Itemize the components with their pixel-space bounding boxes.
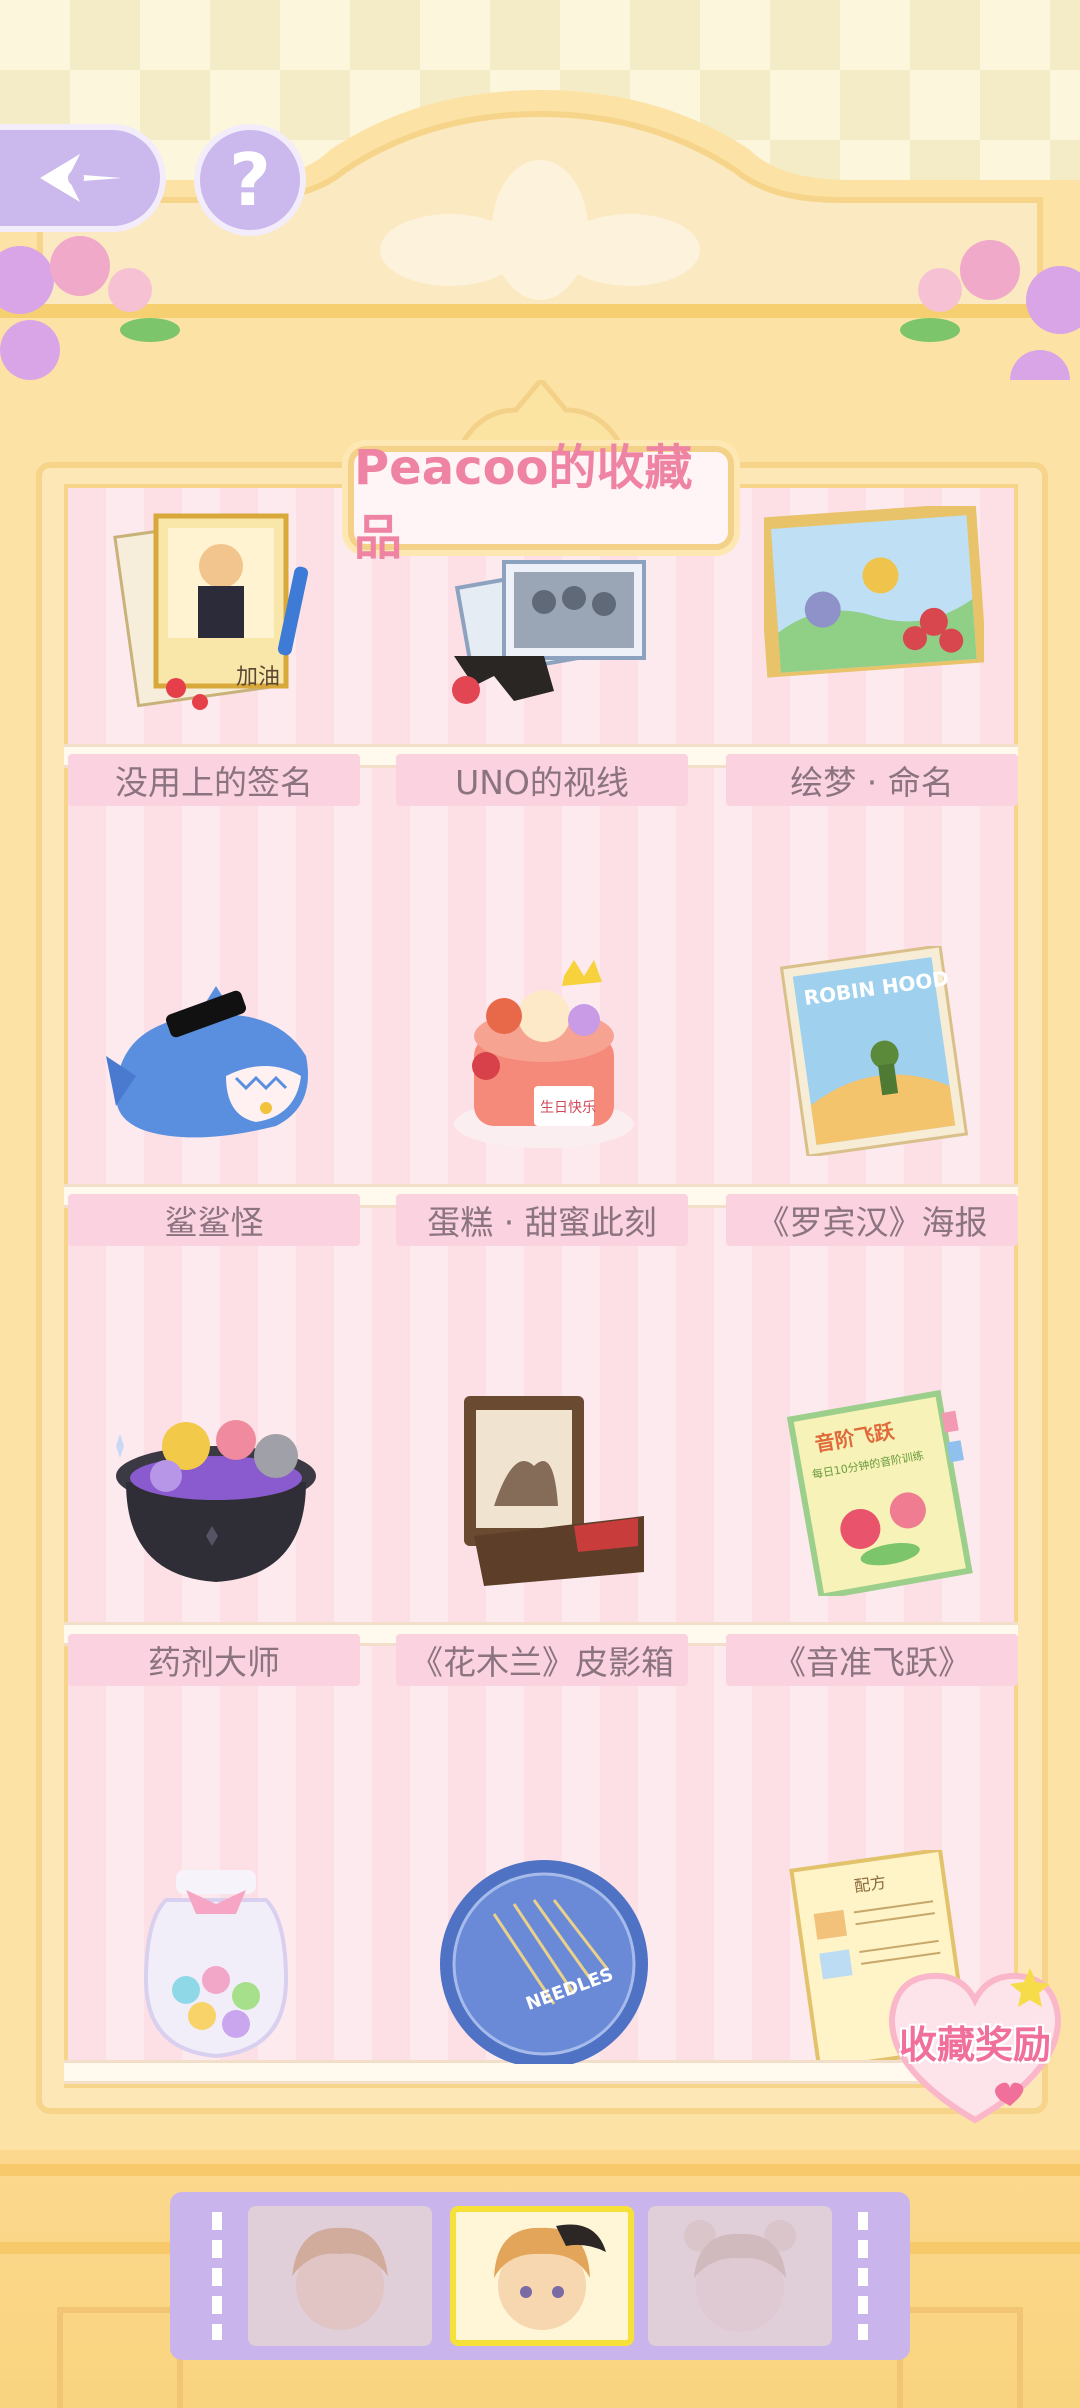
collection-item[interactable]: 《花木兰》皮影箱 [394,1386,694,1686]
back-arrow-icon [40,154,122,202]
item-label: 《花木兰》皮影箱 [396,1634,688,1686]
cake-sign: 生日快乐 [540,1100,596,1116]
character-face-icon [292,2227,388,2330]
collection-item[interactable] [66,1820,366,2082]
collection-item[interactable]: 鲨鲨怪 [66,946,366,1246]
potion-cauldron-icon [116,1420,316,1582]
collection-item[interactable]: 绘梦 · 命名 [724,506,1024,806]
character-selector [170,2192,910,2360]
needles-tin-icon: NEEDLES [440,1860,648,2064]
character-face-icon [494,2224,606,2330]
help-icon: ? [229,138,271,222]
painting-icon [764,506,984,678]
item-label: 蛋糕 · 甜蜜此刻 [396,1194,688,1246]
back-button[interactable] [0,124,166,232]
shark-plush-icon [106,986,308,1138]
item-label: 药剂大师 [68,1634,360,1686]
robin-hood-poster-icon: ROBIN HOOD [779,946,969,1156]
autograph-photo-icon: 加油 [113,513,309,710]
character-portrait-3[interactable] [648,2206,832,2346]
collection-reward-button[interactable]: 收藏奖励 [880,1960,1070,2130]
collection-item[interactable]: 加油 没用上的签名 [66,506,366,806]
candy-jar-icon [143,1870,289,2059]
selector-rail-right [858,2212,868,2340]
item-label: 绘梦 · 命名 [726,754,1018,806]
character-portrait-1[interactable] [248,2206,432,2346]
collection-item[interactable]: 生日快乐 蛋糕 · 甜蜜此刻 [394,946,694,1246]
character-face-icon [684,2220,796,2332]
selector-rail-left [212,2212,222,2340]
item-label: 鲨鲨怪 [68,1194,360,1246]
item-label: 没用上的签名 [68,754,360,806]
collection-item[interactable]: UNO的视线 [394,506,694,806]
collection-item[interactable]: 音阶飞跃 每日10分钟的音阶训练 《音准飞跃》 [724,1386,1024,1686]
music-book-icon: 音阶飞跃 每日10分钟的音阶训练 [786,1389,973,1596]
base-trim [0,2164,1080,2176]
item-label: UNO的视线 [396,754,688,806]
help-button[interactable]: ? [194,124,306,236]
collection-item[interactable]: 药剂大师 [66,1386,366,1686]
collection-item[interactable]: ROBIN HOOD 《罗宾汉》海报 [724,946,1024,1246]
shadow-puppet-box-icon [464,1396,644,1586]
autograph-note: 加油 [236,665,280,690]
item-label: 《音准飞跃》 [726,1634,1018,1686]
character-portrait-peacoo[interactable] [450,2206,634,2346]
item-label: 《罗宾汉》海报 [726,1194,1018,1246]
birthday-cake-icon: 生日快乐 [454,960,634,1148]
reward-label: 收藏奖励 [898,2023,1051,2067]
collection-item[interactable]: NEEDLES [394,1820,694,2082]
photos-sunglasses-icon [452,560,646,704]
